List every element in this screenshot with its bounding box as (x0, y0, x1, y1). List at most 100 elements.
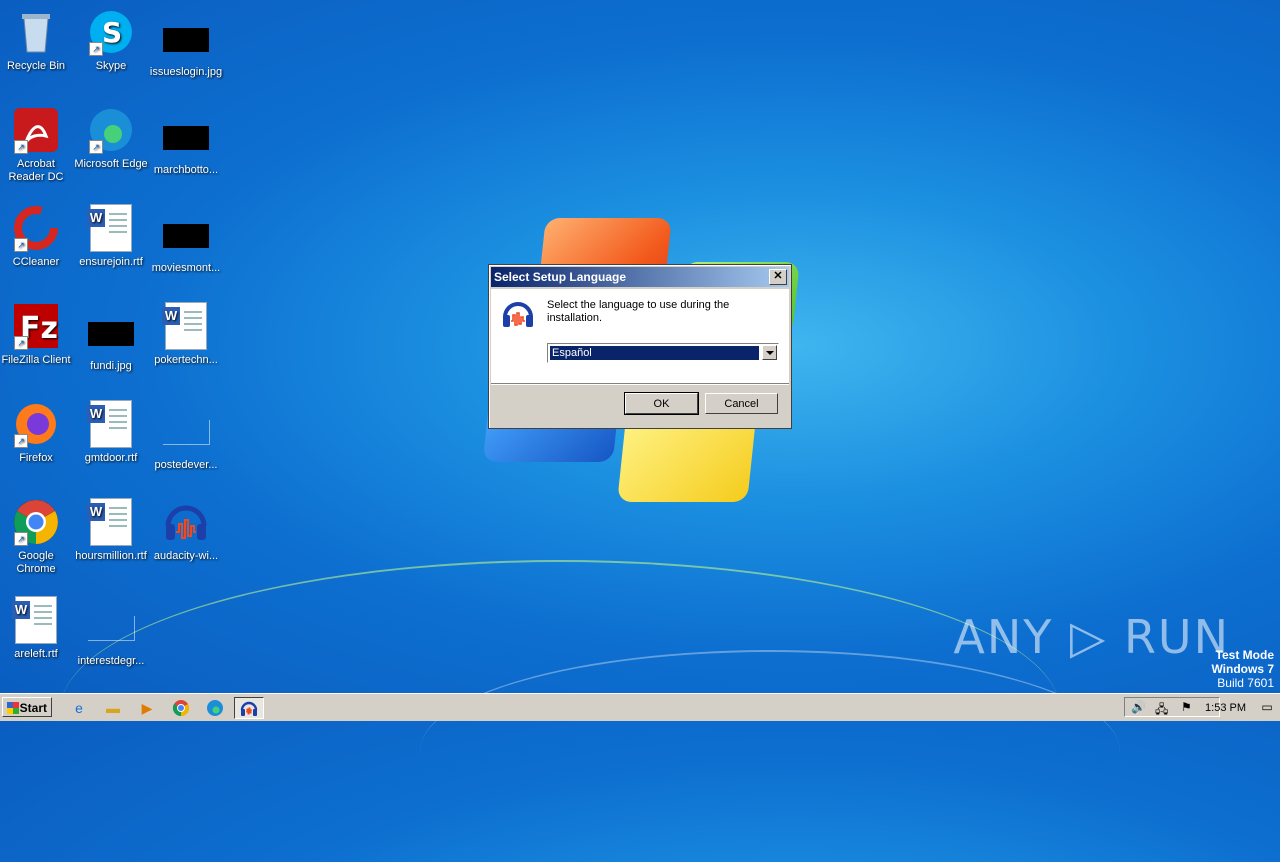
cancel-button[interactable]: Cancel (705, 393, 778, 414)
shortcut-arrow-icon: ↗ (89, 140, 103, 154)
shortcut-arrow-icon: ↗ (14, 140, 28, 154)
desktop-icon-acrobat[interactable]: ↗ Acrobat Reader DC (0, 106, 74, 184)
dialog-separator (491, 383, 789, 385)
shortcut-arrow-icon: ↗ (14, 532, 28, 546)
desktop-icon-postedever[interactable]: postedever... (148, 408, 224, 472)
desktop-icon-marchbotto[interactable]: marchbotto... (148, 114, 224, 177)
media-player-icon[interactable]: ▶ (136, 698, 158, 718)
desktop-icon-ccleaner[interactable]: ↗ CCleaner (0, 204, 74, 269)
desktop-icon-recycle-bin[interactable]: Recycle Bin (0, 8, 74, 73)
edge-taskbar-icon[interactable] (204, 698, 226, 718)
icon-label: Acrobat Reader DC (8, 158, 64, 183)
word-document-icon: W (162, 302, 210, 350)
desktop-icon-gmtdoor[interactable]: W gmtdoor.rtf (73, 400, 149, 465)
desktop-icon-chrome[interactable]: ↗ Google Chrome (0, 498, 74, 576)
image-thumbnail (163, 28, 209, 52)
icon-label: CCleaner (12, 256, 60, 268)
ccleaner-icon: ↗ (12, 204, 60, 252)
icon-label: pokertechn... (154, 354, 218, 366)
icon-label: Microsoft Edge (74, 158, 148, 170)
desktop-icon-firefox[interactable]: ↗ Firefox (0, 400, 74, 465)
desktop-icon-fundi[interactable]: fundi.jpg (73, 310, 149, 373)
file-explorer-icon[interactable]: ▬ (102, 698, 124, 718)
network-icon[interactable]: 🖧 (1155, 700, 1168, 721)
close-button[interactable]: ✕ (769, 269, 787, 285)
icon-label: areleft.rtf (14, 648, 58, 660)
chevron-down-icon[interactable] (762, 345, 777, 360)
desktop-icon-filezilla[interactable]: Fz ↗ FileZilla Client (0, 302, 74, 367)
desktop-icon-areleft[interactable]: W areleft.rtf (0, 596, 74, 661)
windows-flag-icon (7, 702, 19, 714)
taskbar: Start e ▬ ▶ 🔊 🖧 ⚑ 1:53 PM ▭ (0, 693, 1280, 721)
clock[interactable]: 1:53 PM (1205, 698, 1246, 718)
action-center-flag-icon[interactable]: ⚑ (1181, 700, 1192, 714)
dialog-titlebar[interactable]: Select Setup Language ✕ (491, 267, 789, 287)
icon-label: moviesmont... (151, 262, 221, 274)
blank-file-icon (162, 420, 210, 445)
icon-label: ensurejoin.rtf (79, 256, 143, 268)
filezilla-icon: Fz ↗ (12, 302, 60, 350)
language-select[interactable]: Español (547, 343, 779, 363)
desktop-icon-pokertechn[interactable]: W pokertechn... (148, 302, 224, 367)
wallpaper-swoosh (420, 650, 1120, 852)
desktop-icon-interestdegr[interactable]: interestdegr... (73, 604, 149, 668)
ok-button[interactable]: OK (624, 392, 699, 415)
volume-icon[interactable]: 🔊 (1131, 700, 1146, 714)
dialog-body: Select the language to use during the in… (491, 289, 789, 383)
skype-icon: S ↗ (87, 8, 135, 56)
icon-label: audacity-wi... (153, 550, 219, 562)
word-document-icon: W (87, 498, 135, 546)
icon-label: interestdegr... (77, 655, 145, 667)
anyrun-watermark: ANY ▷ RUN (953, 610, 1230, 664)
desktop-icon-edge[interactable]: ↗ Microsoft Edge (73, 106, 149, 171)
shortcut-arrow-icon: ↗ (14, 336, 28, 350)
acrobat-icon: ↗ (12, 106, 60, 154)
icon-label: gmtdoor.rtf (84, 452, 138, 464)
chrome-icon: ↗ (12, 498, 60, 546)
setup-language-dialog: Select Setup Language ✕ Select the langu… (488, 264, 792, 429)
test-mode-label: Test Mode (1215, 648, 1274, 662)
audacity-icon (501, 297, 535, 331)
icon-label: issueslogin.jpg (149, 66, 223, 78)
word-document-icon: W (87, 400, 135, 448)
desktop-icon-ensurejoin[interactable]: W ensurejoin.rtf (73, 204, 149, 269)
icon-label: fundi.jpg (90, 360, 132, 372)
icon-label: marchbotto... (153, 164, 219, 176)
icon-label: FileZilla Client (1, 354, 71, 366)
desktop-icon-skype[interactable]: S ↗ Skype (73, 8, 149, 73)
svg-text:S: S (102, 16, 122, 49)
desktop-icon-issueslogin[interactable]: issueslogin.jpg (148, 16, 224, 79)
icon-label: Recycle Bin (6, 60, 66, 72)
firefox-icon: ↗ (12, 400, 60, 448)
icon-label: Firefox (19, 452, 53, 464)
audacity-icon (162, 498, 210, 546)
os-label: Windows 7 (1211, 662, 1274, 676)
desktop-icon-moviesmont[interactable]: moviesmont... (148, 212, 224, 275)
recycle-bin-icon (12, 8, 60, 56)
start-label: Start (19, 701, 47, 715)
internet-explorer-icon[interactable]: e (68, 698, 90, 718)
edge-icon: ↗ (87, 106, 135, 154)
desktop-icon-hoursmillion[interactable]: W hoursmillion.rtf (73, 498, 149, 563)
icon-label: postedever... (154, 459, 218, 471)
icon-label: Skype (95, 60, 127, 72)
chrome-taskbar-icon[interactable] (170, 698, 192, 718)
audacity-setup-taskbar-button[interactable] (234, 697, 264, 719)
icon-label: hoursmillion.rtf (75, 550, 147, 562)
word-document-icon: W (87, 204, 135, 252)
desktop-icon-audacity[interactable]: audacity-wi... (148, 498, 224, 563)
language-select-value: Español (549, 345, 760, 361)
dialog-title: Select Setup Language (494, 270, 627, 284)
icon-label: Google Chrome (16, 550, 56, 575)
word-document-icon: W (12, 596, 60, 644)
shortcut-arrow-icon: ↗ (14, 238, 28, 252)
image-thumbnail (163, 126, 209, 150)
image-thumbnail (88, 322, 134, 346)
shortcut-arrow-icon: ↗ (89, 42, 103, 56)
show-desktop-icon[interactable]: ▭ (1258, 698, 1276, 716)
start-button[interactable]: Start (2, 697, 52, 717)
blank-file-icon (87, 616, 135, 641)
shortcut-arrow-icon: ↗ (14, 434, 28, 448)
image-thumbnail (163, 224, 209, 248)
test-mode-notice: Test Mode Windows 7 Build 7601 (1211, 648, 1274, 690)
